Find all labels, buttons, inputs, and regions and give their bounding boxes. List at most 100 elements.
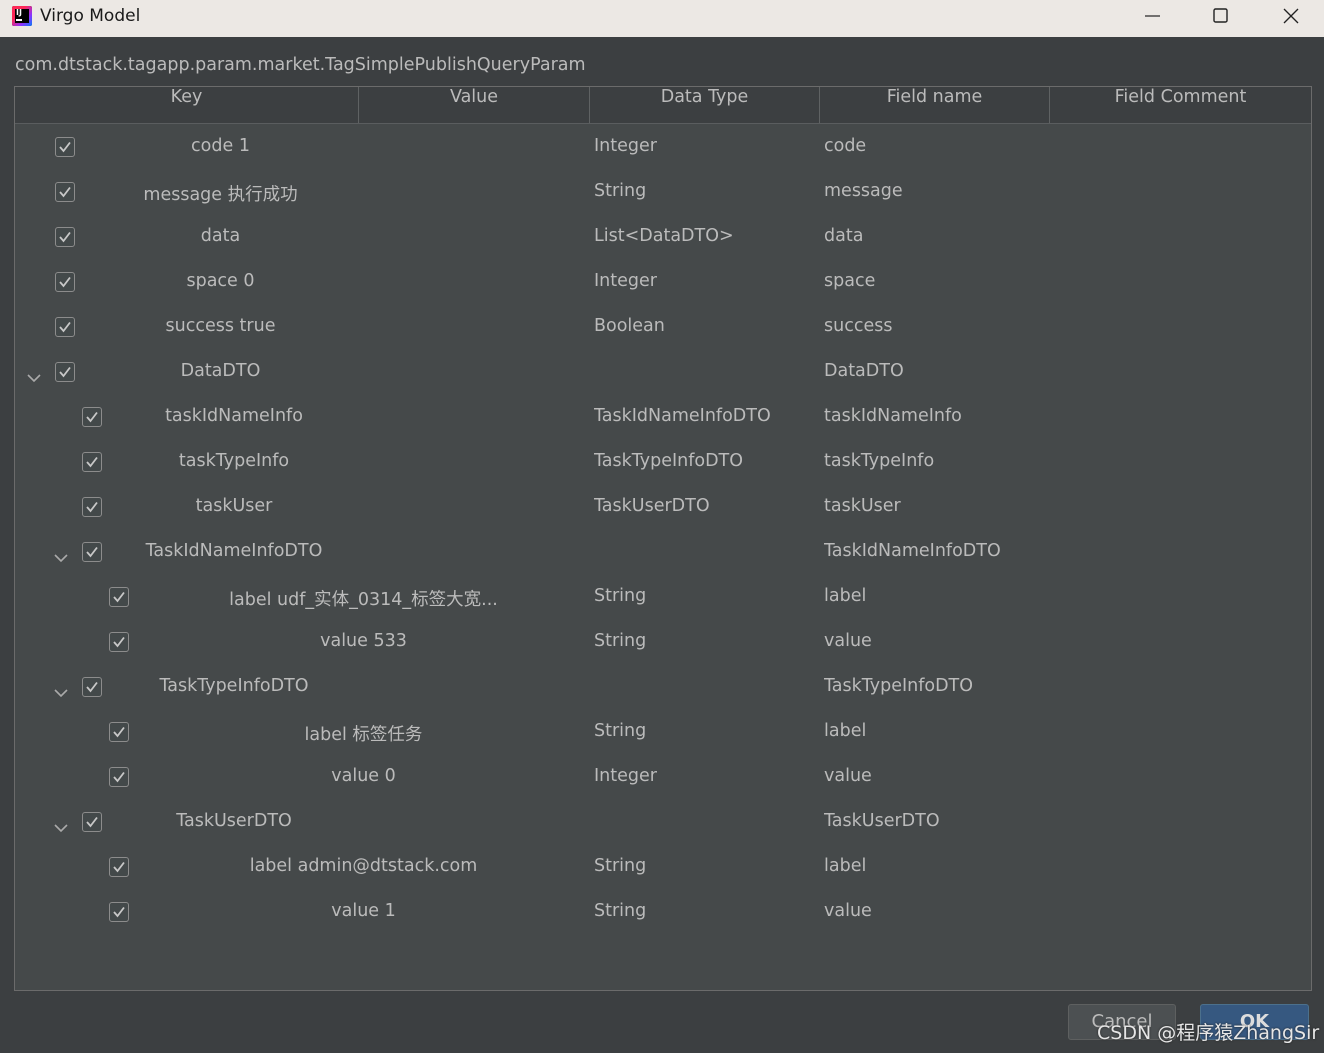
cell-key: TaskUserDTO — [176, 811, 292, 831]
row-checkbox[interactable] — [109, 587, 129, 607]
checkmark-icon — [86, 546, 98, 558]
cell-data-type: Boolean — [594, 316, 665, 336]
checkmark-icon — [86, 456, 98, 468]
row-checkbox[interactable] — [82, 812, 102, 832]
checkmark-icon — [86, 501, 98, 513]
row-checkbox[interactable] — [109, 767, 129, 787]
row-checkbox[interactable] — [55, 317, 75, 337]
column-header-field-comment[interactable]: Field Comment — [1050, 87, 1311, 123]
cell-field-name: taskUser — [824, 496, 901, 516]
cell-key: taskIdNameInfo — [165, 406, 303, 426]
table-row[interactable]: message 执行成功 String message — [15, 169, 1311, 214]
table-row[interactable]: data List<DataDTO> data — [15, 214, 1311, 259]
row-checkbox[interactable] — [55, 137, 75, 157]
cell-data-type: String — [594, 631, 647, 651]
cell-key: TaskIdNameInfoDTO — [145, 541, 323, 561]
table-row[interactable]: TaskTypeInfoDTO TaskTypeInfoDTO — [15, 664, 1311, 709]
chevron-down-icon[interactable] — [27, 368, 41, 383]
row-checkbox[interactable] — [55, 227, 75, 247]
row-checkbox[interactable] — [109, 632, 129, 652]
cell-field-name: data — [824, 226, 864, 246]
chevron-down-icon[interactable] — [54, 683, 68, 698]
row-checkbox[interactable] — [82, 497, 102, 517]
cell-key: space 0 — [186, 271, 255, 291]
checkmark-icon — [59, 231, 71, 243]
row-checkbox[interactable] — [55, 182, 75, 202]
row-checkbox[interactable] — [109, 722, 129, 742]
cell-key: data — [200, 226, 241, 246]
table-row[interactable]: TaskIdNameInfoDTO TaskIdNameInfoDTO — [15, 529, 1311, 574]
cell-data-type: String — [594, 721, 647, 741]
checkmark-icon — [59, 366, 71, 378]
cell-field-name: value — [824, 901, 872, 921]
row-checkbox[interactable] — [82, 677, 102, 697]
checkmark-icon — [59, 276, 71, 288]
chevron-down-icon[interactable] — [54, 818, 68, 833]
watermark: CSDN @程序猿ZhangSir — [1097, 1022, 1320, 1044]
table-row[interactable]: label udf_实体_0314_标签大宽... String label — [15, 574, 1311, 619]
maximize-button[interactable] — [1186, 0, 1254, 32]
cell-field-name: value — [824, 631, 872, 651]
table-row[interactable]: taskTypeInfo TaskTypeInfoDTO taskTypeInfo — [15, 439, 1311, 484]
table-row[interactable]: value 533 String value — [15, 619, 1311, 664]
cell-key: DataDTO — [180, 361, 261, 381]
close-button[interactable] — [1256, 0, 1324, 32]
table-row[interactable]: code 1 Integer code — [15, 124, 1311, 169]
cell-field-name: taskIdNameInfo — [824, 406, 962, 426]
checkmark-icon — [113, 771, 125, 783]
cell-data-type: Integer — [594, 271, 657, 291]
table-row[interactable]: taskIdNameInfo TaskIdNameInfoDTO taskIdNam… — [15, 394, 1311, 439]
cell-field-name: value — [824, 766, 872, 786]
checkmark-icon — [86, 681, 98, 693]
cell-key: label 标签任务 — [304, 725, 423, 745]
cell-key: label udf_实体_0314_标签大宽... — [229, 590, 498, 610]
row-checkbox[interactable] — [82, 542, 102, 562]
table-row[interactable]: label admin@dtstack.com String label — [15, 844, 1311, 889]
chevron-down-icon[interactable] — [54, 548, 68, 563]
cell-key: TaskTypeInfoDTO — [159, 676, 309, 696]
row-checkbox[interactable] — [82, 452, 102, 472]
row-checkbox[interactable] — [55, 362, 75, 382]
table-header: Key Value Data Type Field name Field Com… — [15, 87, 1311, 124]
cell-field-name: TaskTypeInfoDTO — [824, 676, 974, 696]
column-header-data-type[interactable]: Data Type — [590, 87, 820, 123]
cell-field-name: TaskUserDTO — [824, 811, 940, 831]
table-row[interactable]: value 0 Integer value — [15, 754, 1311, 799]
title-bar: IJ Virgo Model — [0, 0, 1324, 37]
cell-field-name: label — [824, 586, 867, 606]
cell-data-type: String — [594, 181, 647, 201]
table-row[interactable]: TaskUserDTO TaskUserDTO — [15, 799, 1311, 844]
column-header-field-name[interactable]: Field name — [820, 87, 1050, 123]
cell-field-name: label — [824, 721, 867, 741]
cell-key: message 执行成功 — [143, 185, 298, 205]
row-checkbox[interactable] — [109, 902, 129, 922]
checkmark-icon — [113, 726, 125, 738]
row-checkbox[interactable] — [55, 272, 75, 292]
cell-field-name: message — [824, 181, 903, 201]
column-header-key[interactable]: Key — [15, 87, 359, 123]
checkmark-icon — [113, 636, 125, 648]
table-row[interactable]: DataDTO DataDTO — [15, 349, 1311, 394]
row-checkbox[interactable] — [109, 857, 129, 877]
cell-data-type: TaskUserDTO — [594, 496, 710, 516]
checkmark-icon — [86, 816, 98, 828]
cell-field-name: success — [824, 316, 893, 336]
model-table: Key Value Data Type Field name Field Com… — [14, 86, 1312, 991]
cell-field-name: code — [824, 136, 867, 156]
table-row[interactable]: label 标签任务 String label — [15, 709, 1311, 754]
cell-data-type: Integer — [594, 136, 657, 156]
minimize-button[interactable] — [1118, 0, 1186, 32]
column-header-value[interactable]: Value — [359, 87, 590, 123]
checkmark-icon — [113, 906, 125, 918]
class-name-label: com.dtstack.tagapp.param.market.TagSimpl… — [15, 55, 586, 75]
table-row[interactable]: success true Boolean success — [15, 304, 1311, 349]
table-row[interactable]: taskUser TaskUserDTO taskUser — [15, 484, 1311, 529]
checkmark-icon — [59, 321, 71, 333]
row-checkbox[interactable] — [82, 407, 102, 427]
cell-field-name: DataDTO — [824, 361, 904, 381]
cell-key: value 1 — [331, 901, 396, 921]
table-row[interactable]: space 0 Integer space — [15, 259, 1311, 304]
cell-data-type: TaskTypeInfoDTO — [594, 451, 744, 471]
table-row[interactable]: value 1 String value — [15, 889, 1311, 934]
window-title: Virgo Model — [40, 6, 141, 26]
